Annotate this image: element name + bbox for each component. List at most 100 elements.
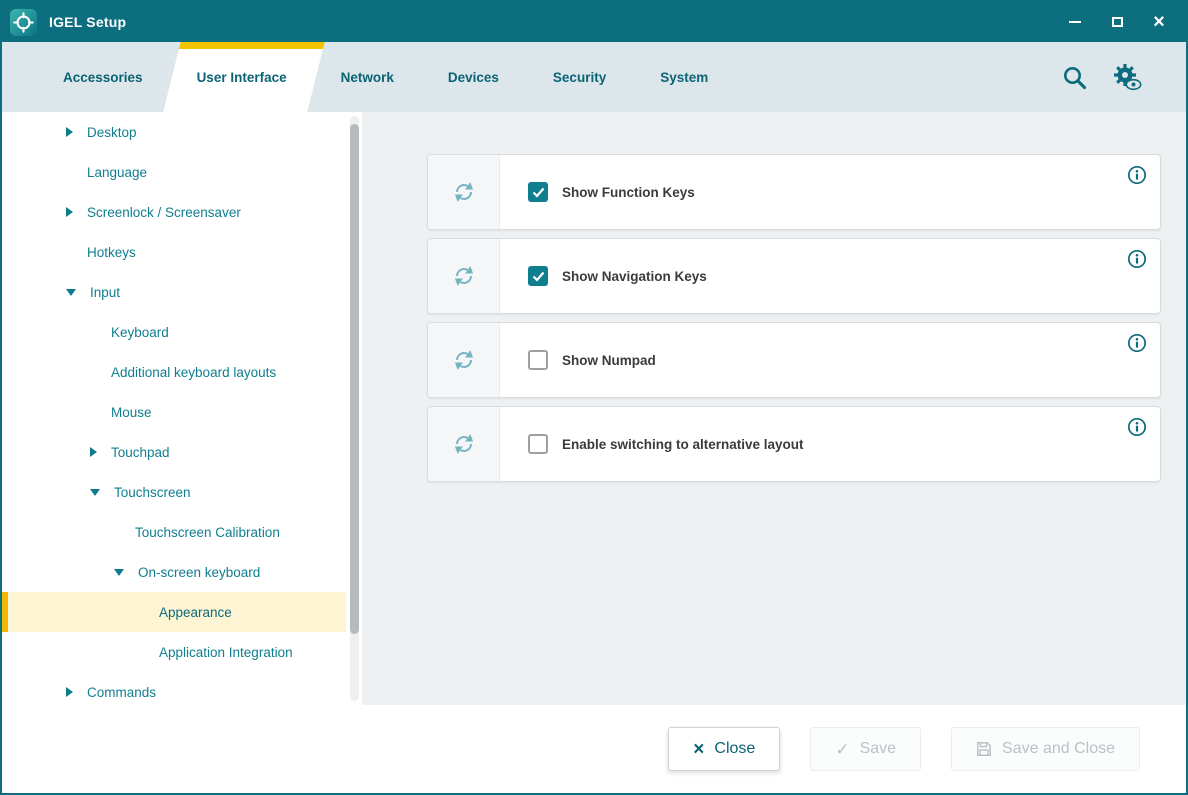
- sidebar-item-on-screen-keyboard[interactable]: On-screen keyboard: [2, 552, 346, 592]
- close-button-label: Close: [714, 740, 755, 758]
- sidebar-item-mouse[interactable]: Mouse: [2, 392, 346, 432]
- checkbox-show-navigation-keys[interactable]: [528, 266, 548, 286]
- tab-security[interactable]: Security: [526, 42, 633, 112]
- tab-network[interactable]: Network: [314, 42, 421, 112]
- setting-row: Show Numpad: [500, 323, 656, 397]
- setting-label: Show Numpad: [562, 353, 656, 368]
- sidebar-item-screenlock-screensaver[interactable]: Screenlock / Screensaver: [2, 192, 346, 232]
- sidebar-item-label: On-screen keyboard: [138, 565, 260, 580]
- chevron-right-icon: [66, 207, 73, 217]
- sidebar-item-language[interactable]: Language: [2, 152, 346, 192]
- tab-bar: Accessories User Interface Network Devic…: [2, 42, 1186, 112]
- tab-label: Devices: [448, 70, 499, 85]
- footer-bar: × Close ✓ Save Save and Close: [2, 705, 1186, 793]
- save-check-icon: ✓: [835, 741, 849, 758]
- reset-to-default-icon[interactable]: [428, 239, 500, 313]
- reset-to-default-icon[interactable]: [428, 323, 500, 397]
- sidebar-item-touchscreen-calibration[interactable]: Touchscreen Calibration: [2, 512, 346, 552]
- tab-system[interactable]: System: [633, 42, 735, 112]
- sidebar-item-appearance[interactable]: Appearance: [2, 592, 346, 632]
- tab-accessories[interactable]: Accessories: [36, 42, 170, 112]
- tab-label: Network: [341, 70, 394, 85]
- sidebar-item-hotkeys[interactable]: Hotkeys: [2, 232, 346, 272]
- setting-label: Enable switching to alternative layout: [562, 437, 804, 452]
- info-icon[interactable]: [1127, 333, 1147, 353]
- save-disk-icon: [976, 741, 992, 757]
- maximize-button[interactable]: [1102, 9, 1132, 35]
- chevron-down-icon: [114, 569, 124, 576]
- info-icon[interactable]: [1127, 417, 1147, 437]
- search-icon[interactable]: [1061, 64, 1088, 91]
- tab-label: System: [660, 70, 708, 85]
- sidebar-scrollbar-thumb[interactable]: [350, 124, 359, 634]
- chevron-right-icon: [90, 447, 97, 457]
- sidebar-item-additional-keyboard-layouts[interactable]: Additional keyboard layouts: [2, 352, 346, 392]
- tab-user-interface[interactable]: User Interface: [170, 42, 314, 112]
- close-icon: ×: [1153, 12, 1165, 32]
- setup-gear-eye-icon[interactable]: [1110, 62, 1142, 92]
- info-icon[interactable]: [1127, 165, 1147, 185]
- sidebar-item-label: Hotkeys: [87, 245, 136, 260]
- sidebar-item-touchscreen[interactable]: Touchscreen: [2, 472, 346, 512]
- sidebar-item-label: Mouse: [111, 405, 152, 420]
- checkbox-show-function-keys[interactable]: [528, 182, 548, 202]
- sidebar-item-label: Commands: [87, 685, 156, 700]
- setting-row: Enable switching to alternative layout: [500, 407, 804, 481]
- setting-row: Show Navigation Keys: [500, 239, 707, 313]
- chevron-right-icon: [66, 687, 73, 697]
- settings-panel: Show Function Keys: [362, 112, 1186, 705]
- sidebar-item-label: Touchscreen Calibration: [135, 525, 280, 540]
- tab-label: User Interface: [197, 70, 287, 85]
- minimize-button[interactable]: [1060, 9, 1090, 35]
- chevron-down-icon: [66, 289, 76, 296]
- sidebar-item-input[interactable]: Input: [2, 272, 346, 312]
- igel-setup-window: IGEL Setup × Accessories User Interface …: [0, 0, 1188, 795]
- sidebar-item-label: Additional keyboard layouts: [111, 365, 276, 380]
- sidebar-item-touchpad[interactable]: Touchpad: [2, 432, 346, 472]
- sidebar-item-label: Input: [90, 285, 120, 300]
- setting-label: Show Navigation Keys: [562, 269, 707, 284]
- settings-tree-sidebar: Desktop Language Screenlock / Screensave…: [2, 112, 362, 705]
- title-bar: IGEL Setup ×: [2, 2, 1186, 42]
- save-button-label: Save: [860, 740, 896, 758]
- tabbar-icons: [1061, 42, 1186, 112]
- tab-devices[interactable]: Devices: [421, 42, 526, 112]
- sidebar-item-label: Screenlock / Screensaver: [87, 205, 241, 220]
- minimize-icon: [1069, 21, 1081, 23]
- setting-card-enable-alternative-layout: Enable switching to alternative layout: [427, 406, 1161, 482]
- close-window-button[interactable]: ×: [1144, 9, 1174, 35]
- setting-card-show-navigation-keys: Show Navigation Keys: [427, 238, 1161, 314]
- close-button[interactable]: × Close: [668, 727, 780, 771]
- setting-card-show-function-keys: Show Function Keys: [427, 154, 1161, 230]
- sidebar-item-label: Touchpad: [111, 445, 170, 460]
- content-area: Desktop Language Screenlock / Screensave…: [2, 112, 1186, 705]
- reset-to-default-icon[interactable]: [428, 155, 500, 229]
- checkbox-show-numpad[interactable]: [528, 350, 548, 370]
- save-button[interactable]: ✓ Save: [810, 727, 921, 771]
- save-and-close-button[interactable]: Save and Close: [951, 727, 1140, 771]
- sidebar-scrollbar[interactable]: [350, 116, 359, 701]
- save-and-close-button-label: Save and Close: [1002, 740, 1115, 758]
- checkbox-enable-alternative-layout[interactable]: [528, 434, 548, 454]
- sidebar-item-label: Keyboard: [111, 325, 169, 340]
- sidebar-item-label: Language: [87, 165, 147, 180]
- sidebar-item-label: Application Integration: [159, 645, 293, 660]
- reset-to-default-icon[interactable]: [428, 407, 500, 481]
- setting-row: Show Function Keys: [500, 155, 695, 229]
- sidebar-item-keyboard[interactable]: Keyboard: [2, 312, 346, 352]
- sidebar-item-label: Desktop: [87, 125, 137, 140]
- tab-label: Accessories: [63, 70, 143, 85]
- setting-card-show-numpad: Show Numpad: [427, 322, 1161, 398]
- chevron-right-icon: [66, 127, 73, 137]
- close-x-icon: ×: [693, 740, 704, 759]
- sidebar-item-commands[interactable]: Commands: [2, 672, 346, 705]
- info-icon[interactable]: [1127, 249, 1147, 269]
- tab-label: Security: [553, 70, 606, 85]
- sidebar-item-application-integration[interactable]: Application Integration: [2, 632, 346, 672]
- setting-label: Show Function Keys: [562, 185, 695, 200]
- igel-logo-icon: [10, 9, 37, 36]
- maximize-icon: [1112, 17, 1123, 27]
- sidebar-item-label: Touchscreen: [114, 485, 191, 500]
- sidebar-item-desktop[interactable]: Desktop: [2, 112, 346, 152]
- window-controls: ×: [1060, 9, 1174, 35]
